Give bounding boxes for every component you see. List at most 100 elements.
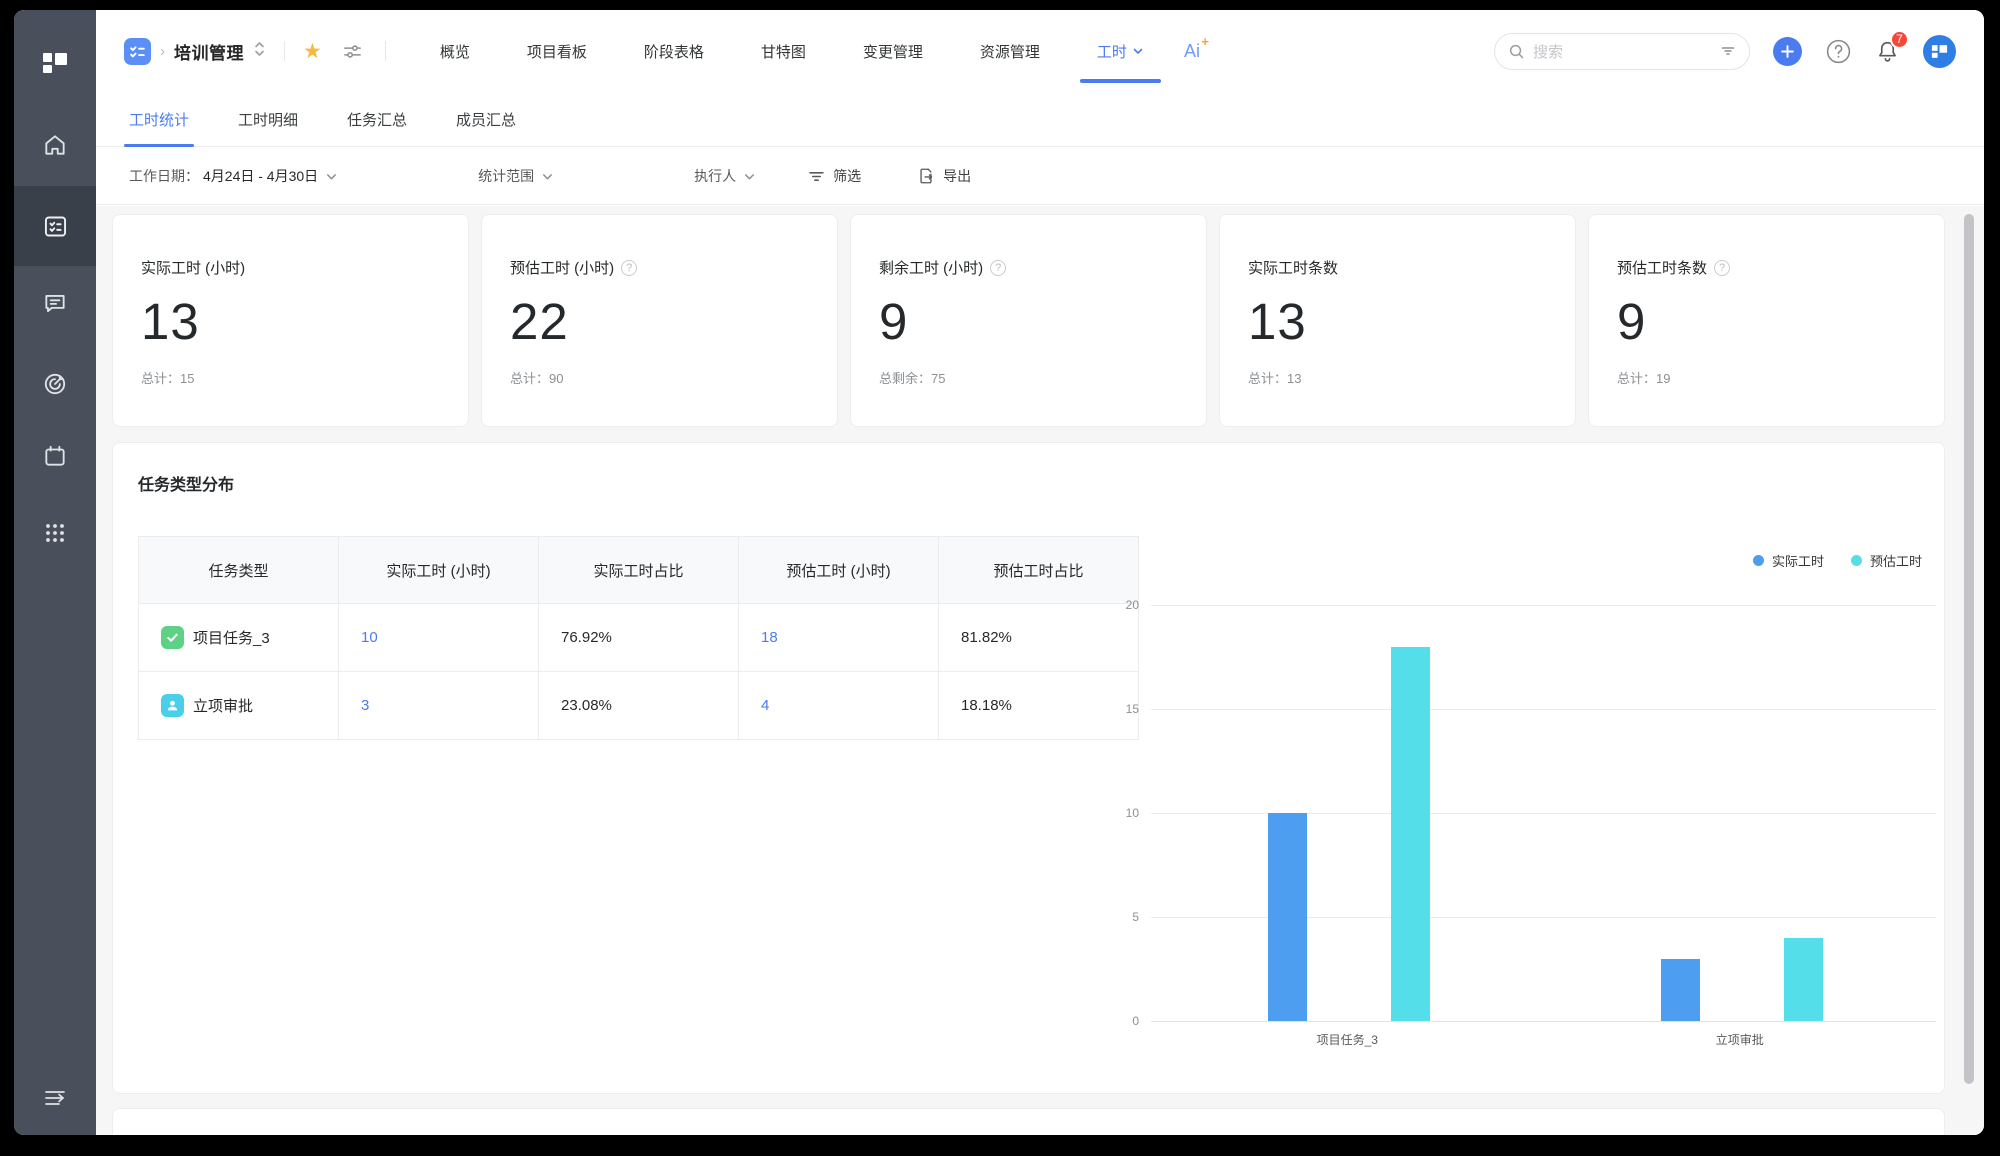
projects-checklist-icon [42,213,69,240]
nav-item-resource-mgmt[interactable]: 资源管理 [980,41,1040,62]
stat-title: 预估工时 (小时)? [510,257,809,278]
nav-item-overview[interactable]: 概览 [440,41,470,62]
bar-立项审批-预估工时[interactable] [1784,938,1823,1021]
project-switcher-icon[interactable] [253,40,266,63]
scope-filter[interactable]: 统计范围 [478,166,554,186]
bar-项目任务_3-预估工时[interactable] [1391,647,1430,1021]
target-icon [42,371,68,397]
project-checklist-icon[interactable] [124,38,151,65]
estimate-pct: 81.82% [961,629,1012,646]
chevron-down-icon [541,170,554,183]
bar-项目任务_3-实际工时[interactable] [1268,813,1307,1021]
tab-worktime-stats[interactable]: 工时统计 [129,109,189,130]
executor-filter[interactable]: 执行人 [694,166,756,186]
legend-dot-blue [1753,555,1764,566]
filter-button[interactable]: 筛选 [808,166,861,186]
legend-item-actual[interactable]: 实际工时 [1753,551,1824,570]
search-input[interactable]: 搜索 [1494,33,1750,70]
nav-item-worktime[interactable]: 工时 [1097,41,1144,62]
actual-hours-link[interactable]: 3 [361,697,369,714]
content: 实际工时 (小时) 13 总计：15 预估工时 (小时)? 22 总计：90 剩余工时 (小… [96,206,1984,1135]
sidebar [14,10,96,1135]
tab-member-summary[interactable]: 成员汇总 [456,109,516,130]
stat-note: 总计：13 [1248,368,1547,387]
nav-item-stage-table[interactable]: 阶段表格 [644,41,704,62]
nav-item-kanban[interactable]: 项目看板 [527,41,587,62]
stat-title: 实际工时 (小时) [141,257,440,278]
task-type-card: 任务类型分布 任务类型实际工时 (小时)实际工时占比预估工时 (小时)预估工时占… [112,442,1945,1094]
nav-item-change-mgmt[interactable]: 变更管理 [863,41,923,62]
stat-card-0: 实际工时 (小时) 13 总计：15 [112,214,469,427]
app-logo[interactable] [14,35,96,91]
question-icon [1825,38,1852,65]
bar-立项审批-实际工时[interactable] [1661,959,1700,1021]
chart-legend: 实际工时 预估工时 [1753,551,1922,570]
help-icon[interactable]: ? [621,260,637,276]
stat-value: 9 [879,292,1178,352]
stat-card-2: 剩余工时 (小时)?9总剩余：75 [850,214,1207,427]
stat-title: 剩余工时 (小时)? [879,257,1178,278]
scope-label: 统计范围 [478,166,534,186]
stat-value: 22 [510,292,809,352]
actual-hours-link[interactable]: 10 [361,629,378,646]
topbar-actions: 搜索 7 [1494,33,1956,70]
app-window: › 培训管理 ★ 概览 项目看板 阶段表格 甘特图 变更管理 [14,10,1984,1135]
help-icon[interactable]: ? [990,260,1006,276]
export-label: 导出 [943,166,971,186]
estimate-hours-link[interactable]: 18 [761,629,778,646]
chevron-down-icon [1132,45,1144,57]
stat-value: 13 [1248,292,1547,352]
tab-task-summary[interactable]: 任务汇总 [347,109,407,130]
sidebar-item-messages[interactable] [14,275,96,331]
stat-card-3: 实际工时条数13总计：13 [1219,214,1576,427]
sliders-icon[interactable] [342,41,363,62]
avatar[interactable] [1923,35,1956,68]
help-icon[interactable]: ? [1714,260,1730,276]
sidebar-item-apps[interactable] [14,505,96,561]
stat-value: 13 [141,292,440,352]
help-button[interactable] [1825,38,1852,65]
sidebar-collapse-button[interactable] [14,1070,96,1126]
sidebar-item-home[interactable] [14,117,96,173]
apps-grid-icon [43,521,67,545]
nav-item-gantt[interactable]: 甘特图 [761,41,806,62]
vertical-scrollbar[interactable] [1964,214,1974,1084]
task-type-table: 任务类型实际工时 (小时)实际工时占比预估工时 (小时)预估工时占比 项目任务_… [138,536,1139,740]
calendar-icon [42,443,68,469]
section-title: 任务类型分布 [138,471,234,495]
gridline-20 [1151,605,1936,606]
tab-worktime-detail[interactable]: 工时明细 [238,109,298,130]
executor-label: 执行人 [694,166,736,186]
filter-label: 筛选 [833,166,861,186]
sidebar-item-projects[interactable] [14,186,96,266]
estimate-hours-link[interactable]: 4 [761,697,769,714]
stat-card-4: 预估工时条数?9总计：19 [1588,214,1945,427]
search-filter-icon[interactable] [1720,43,1736,59]
avatar-grid-icon [1930,42,1949,61]
gridline-0 [1151,1021,1936,1022]
ai-plus-spark-icon: + [1201,34,1209,49]
table-col-header-3: 预估工时 (小时) [739,537,939,604]
home-icon [42,132,68,158]
favorite-star-icon[interactable]: ★ [303,41,322,62]
stat-note: 总计：90 [510,368,809,387]
nav-item-ai[interactable]: Ai+ [1184,41,1200,62]
table-row-0: 项目任务_31076.92%1881.82% [139,604,1139,672]
y-tick-label: 5 [1132,910,1139,924]
sidebar-item-calendar[interactable] [14,428,96,484]
gridline-15 [1151,709,1936,710]
stat-title: 预估工时条数? [1617,257,1916,278]
stat-note: 总计：15 [141,368,440,387]
x-axis-label: 项目任务_3 [1317,1031,1378,1048]
sub-tabs: 工时统计 工时明细 任务汇总 成员汇总 [96,92,1984,147]
create-button[interactable] [1773,37,1802,66]
chart-plot: 05101520项目任务_3立项审批 [1151,605,1936,1021]
chevron-down-icon [743,170,756,183]
legend-item-estimate[interactable]: 预估工时 [1851,551,1922,570]
export-button[interactable]: 导出 [917,166,971,186]
notifications-button[interactable]: 7 [1875,39,1900,64]
work-date-filter[interactable]: 工作日期： 4月24日 - 4月30日 [129,166,338,186]
project-title[interactable]: 培训管理 [174,39,244,64]
work-date-value: 4月24日 - 4月30日 [203,166,318,186]
sidebar-item-okr[interactable] [14,356,96,412]
